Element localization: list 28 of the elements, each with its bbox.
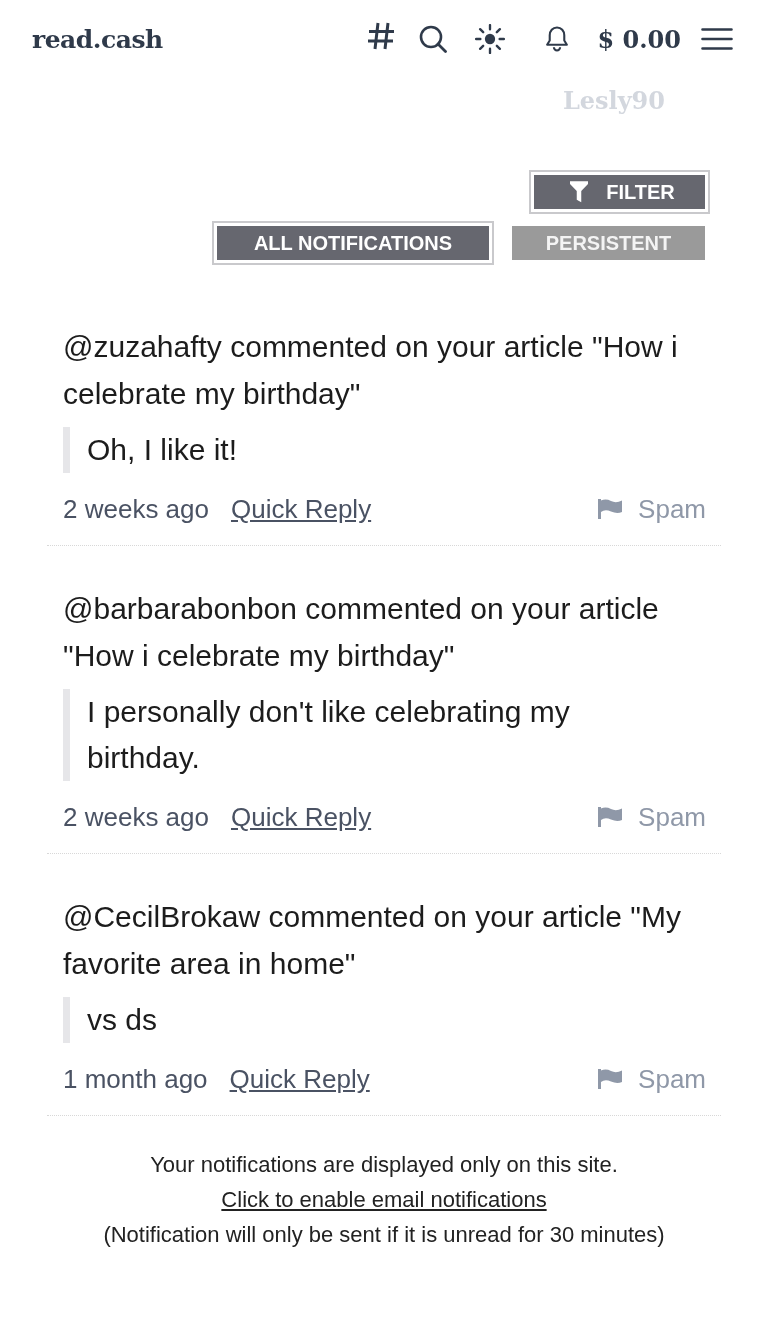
flag-icon <box>598 499 623 519</box>
wallet-balance[interactable]: $ 0.00 <box>597 24 681 54</box>
site-logo[interactable]: read.cash <box>32 24 163 54</box>
flag-icon <box>598 1069 623 1089</box>
quick-reply-link[interactable]: Quick Reply <box>231 493 372 525</box>
quick-reply-link[interactable]: Quick Reply <box>231 801 372 833</box>
footer-disclaimer: (Notification will only be sent if it is unread for 30 minutes) <box>102 1221 666 1249</box>
hashtag-icon[interactable] <box>367 21 396 51</box>
footer-note: Your notifications are displayed only on this site. <box>149 1151 619 1179</box>
search-icon[interactable] <box>419 25 448 53</box>
funnel-icon <box>570 181 589 203</box>
timestamp: 2 weeks ago <box>63 493 209 525</box>
timestamp: 2 weeks ago <box>63 801 209 833</box>
sun-icon[interactable] <box>475 24 506 54</box>
quick-reply-link[interactable]: Quick Reply <box>229 1063 370 1095</box>
email-notifications-link[interactable]: Click to enable email notifications <box>221 1187 547 1212</box>
flag-icon <box>598 807 623 827</box>
comment-quote: Oh, I like it! <box>63 427 676 473</box>
filter-button[interactable]: FILTER <box>529 170 710 214</box>
bell-icon[interactable] <box>545 26 570 52</box>
notification-tab[interactable]: ALL NOTIFICATIONS <box>212 221 494 265</box>
comment-quote: I personally don't like celebrating my birthday. <box>63 689 676 781</box>
menu-icon[interactable] <box>701 27 733 51</box>
notification-text: @barbarabonbon commented on your article "How i celebrate my birthday" <box>63 591 660 674</box>
timestamp: 1 month ago <box>63 1063 208 1095</box>
notification-text: @CecilBrokaw commented on your article "My favorite area in home" <box>63 899 682 982</box>
comment-quote: vs ds <box>63 997 676 1043</box>
notification-text: @zuzahafty commented on your article "How i celebrate my birthday" <box>63 329 679 412</box>
